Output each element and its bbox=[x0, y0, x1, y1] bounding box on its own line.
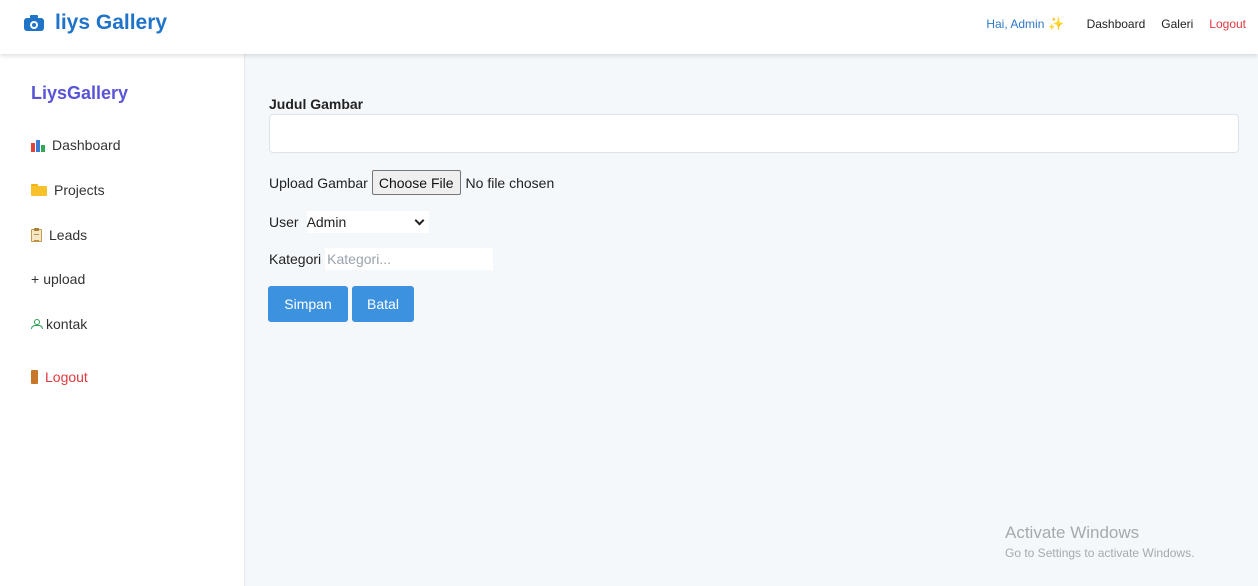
greeting-text: Hai, Admin bbox=[986, 17, 1045, 31]
sidebar-item-label: Leads bbox=[49, 227, 88, 243]
judul-input[interactable] bbox=[269, 114, 1239, 153]
sidebar-item-dashboard[interactable]: Dashboard bbox=[31, 137, 121, 153]
sidebar-item-label: kontak bbox=[46, 316, 88, 332]
judul-label: Judul Gambar bbox=[269, 96, 364, 112]
user-select[interactable]: Admin bbox=[306, 211, 429, 233]
kategori-input[interactable] bbox=[325, 248, 494, 270]
watermark-subtitle: Go to Settings to activate Windows. bbox=[1005, 546, 1195, 560]
save-button[interactable]: Simpan bbox=[268, 286, 348, 322]
sidebar-item-upload[interactable]: + upload bbox=[31, 271, 85, 287]
upload-row: Upload Gambar Choose File No file chosen bbox=[269, 170, 554, 195]
clipboard-icon bbox=[31, 227, 42, 242]
sidebar-item-label: upload bbox=[43, 271, 86, 287]
brand[interactable]: liys Gallery bbox=[24, 10, 167, 36]
user-label: User bbox=[269, 214, 299, 230]
sidebar-item-label: Logout bbox=[45, 369, 88, 385]
kategori-row: Kategori bbox=[269, 248, 494, 270]
cancel-button[interactable]: Batal bbox=[352, 286, 414, 322]
nav-link-dashboard[interactable]: Dashboard bbox=[1087, 17, 1146, 31]
camera-icon bbox=[24, 15, 44, 31]
greeting: Hai, Admin ✨ bbox=[986, 16, 1064, 32]
bar-chart-icon bbox=[31, 139, 45, 152]
user-row: User Admin bbox=[269, 211, 429, 233]
sidebar-item-label: Projects bbox=[54, 182, 105, 198]
sidebar-item-kontak[interactable]: kontak bbox=[31, 316, 87, 332]
main-content: Judul Gambar Upload Gambar Choose File N… bbox=[246, 54, 1258, 586]
watermark-title: Activate Windows bbox=[1005, 523, 1140, 542]
chevron-down-icon bbox=[415, 217, 425, 227]
folder-icon bbox=[31, 184, 47, 196]
upload-label: Upload Gambar bbox=[269, 174, 368, 191]
plus-icon: + bbox=[31, 271, 40, 287]
user-select-value: Admin bbox=[306, 214, 347, 230]
nav-link-galeri[interactable]: Galeri bbox=[1161, 17, 1193, 31]
sidebar-item-leads[interactable]: Leads bbox=[31, 227, 87, 243]
door-icon bbox=[31, 370, 38, 384]
activation-watermark: Activate Windows Go to Settings to activ… bbox=[1005, 522, 1194, 561]
sidebar-item-label: Dashboard bbox=[52, 137, 121, 153]
nav-right: Hai, Admin ✨ Dashboard Galeri Logout bbox=[986, 16, 1246, 32]
sidebar-brand: LiysGallery bbox=[31, 83, 129, 103]
choose-file-button[interactable]: Choose File bbox=[371, 170, 461, 195]
sidebar: LiysGallery Dashboard Projects Leads + u… bbox=[0, 54, 245, 586]
sparkle-icon: ✨ bbox=[1048, 16, 1065, 31]
person-icon bbox=[31, 319, 43, 329]
kategori-label: Kategori bbox=[269, 251, 322, 267]
nav-link-logout[interactable]: Logout bbox=[1209, 17, 1246, 31]
top-navbar: liys Gallery Hai, Admin ✨ Dashboard Gale… bbox=[0, 0, 1258, 54]
brand-title: liys Gallery bbox=[55, 11, 168, 34]
file-status: No file chosen bbox=[465, 174, 555, 191]
sidebar-item-projects[interactable]: Projects bbox=[31, 182, 105, 198]
sidebar-item-logout[interactable]: Logout bbox=[31, 369, 88, 385]
